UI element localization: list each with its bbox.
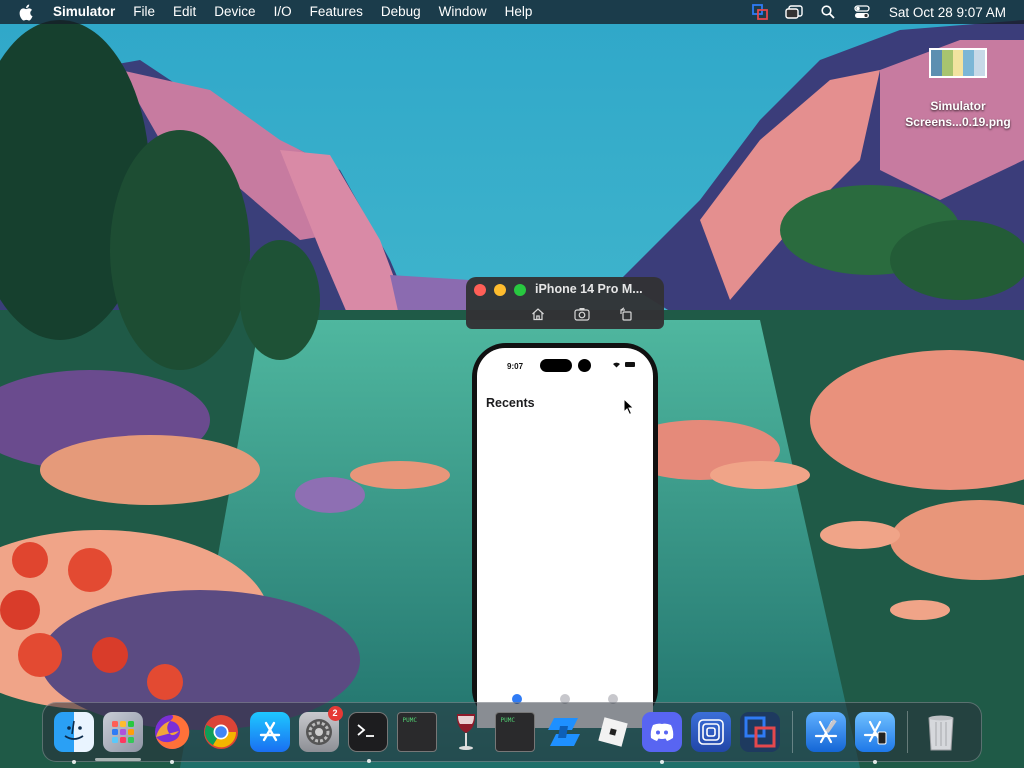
terminal-label: PUMC xyxy=(500,717,515,724)
discord-icon[interactable] xyxy=(641,712,682,764)
finder-icon[interactable] xyxy=(53,712,94,764)
blue-app-icon[interactable] xyxy=(544,712,584,752)
window-controls xyxy=(474,284,534,296)
desktop-file-name-line1: Simulator xyxy=(930,99,986,113)
running-indicator xyxy=(169,760,174,764)
parallels-icon[interactable] xyxy=(739,712,780,752)
notification-badge: 2 xyxy=(327,706,343,721)
search-icon[interactable] xyxy=(818,3,838,21)
recents-title: Recents xyxy=(486,396,535,410)
system-settings-icon[interactable]: 2 xyxy=(298,706,343,752)
roblox-icon[interactable] xyxy=(593,712,633,752)
apple-menu-icon[interactable] xyxy=(18,3,36,21)
menu-app-name[interactable]: Simulator xyxy=(44,0,124,24)
home-icon[interactable] xyxy=(530,306,546,322)
menu-device[interactable]: Device xyxy=(205,0,264,24)
menu-help[interactable]: Help xyxy=(496,0,542,24)
dock-separator xyxy=(907,711,908,753)
dock-separator xyxy=(792,711,793,753)
device-status-time: 9:07 xyxy=(507,362,524,371)
simulator-window-title: iPhone 14 Pro M... xyxy=(535,282,643,296)
control-center-icon[interactable] xyxy=(852,3,872,21)
close-button[interactable] xyxy=(474,284,486,296)
xcode-icon[interactable] xyxy=(805,712,846,752)
menu-features[interactable]: Features xyxy=(301,0,372,24)
running-indicator xyxy=(366,759,371,763)
menu-bar: Simulator File Edit Device I/O Features … xyxy=(0,0,1024,24)
terminal-2-icon[interactable]: PUMC xyxy=(396,712,437,752)
zoom-button[interactable] xyxy=(514,284,526,296)
wine-icon[interactable] xyxy=(446,712,486,752)
simulator-toolbar xyxy=(516,306,648,322)
running-indicator xyxy=(659,760,664,764)
minimize-button[interactable] xyxy=(494,284,506,296)
screenshot-thumbnail xyxy=(929,48,987,78)
trash-icon[interactable] xyxy=(921,712,961,752)
screenshot-icon[interactable] xyxy=(574,306,590,322)
firefox-icon[interactable] xyxy=(152,712,192,764)
menu-io[interactable]: I/O xyxy=(265,0,301,24)
terminal-3-icon[interactable]: PUMC xyxy=(494,712,535,752)
chrome-icon[interactable] xyxy=(201,712,241,752)
dock-indicator-bar xyxy=(95,758,141,761)
device-status-icons xyxy=(612,361,635,368)
screen-share-icon[interactable] xyxy=(750,3,770,21)
dock: 2 PUMC PUMC xyxy=(42,702,982,764)
launchpad-icon[interactable] xyxy=(102,712,143,752)
battery-icon xyxy=(625,362,635,367)
concentric-app-icon[interactable] xyxy=(690,712,731,752)
menu-debug[interactable]: Debug xyxy=(372,0,430,24)
terminal-label: PUMC xyxy=(402,717,417,724)
simulator-window-titlebar[interactable]: iPhone 14 Pro M... xyxy=(466,277,664,329)
simulator-icon[interactable] xyxy=(854,712,895,764)
menu-window[interactable]: Window xyxy=(430,0,496,24)
app-store-icon[interactable] xyxy=(249,712,290,752)
menu-edit[interactable]: Edit xyxy=(164,0,205,24)
mouse-cursor-icon xyxy=(623,398,635,416)
desktop-file-screenshot[interactable]: Simulator Screens...0.19.png xyxy=(896,48,1020,130)
rotate-icon[interactable] xyxy=(618,306,634,322)
stage-manager-icon[interactable] xyxy=(784,3,804,21)
dynamic-island xyxy=(540,359,572,372)
desktop-file-name-line2: Screens...0.19.png xyxy=(905,115,1011,129)
menu-bar-status-area: Sat Oct 28 9:07 AM xyxy=(743,0,1024,24)
front-camera xyxy=(578,359,591,372)
running-indicator xyxy=(872,760,877,764)
wifi-icon xyxy=(613,362,620,368)
menu-file[interactable]: File xyxy=(124,0,164,24)
running-indicator xyxy=(71,760,76,764)
terminal-icon[interactable] xyxy=(347,712,388,763)
menu-bar-clock[interactable]: Sat Oct 28 9:07 AM xyxy=(879,5,1024,20)
